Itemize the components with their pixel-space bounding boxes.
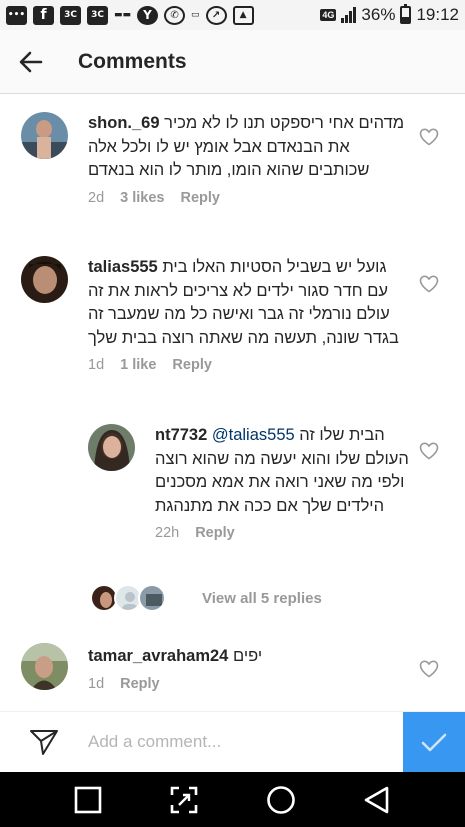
comment-username[interactable]: shon._69 <box>88 114 160 132</box>
avatar[interactable] <box>21 256 68 303</box>
like-heart-icon[interactable] <box>419 128 439 146</box>
comment-item: shon._69 מדהים אחי ריספקט תנו לו לא מכיר… <box>21 112 411 206</box>
direct-share-button[interactable] <box>0 712 88 773</box>
back-nav-button[interactable] <box>357 780 397 820</box>
reply-button[interactable]: Reply <box>172 357 212 373</box>
mention-link[interactable]: @talias555 <box>212 426 295 444</box>
signal-icon <box>341 7 357 23</box>
comment-item: talias555 גועל יש בשביל הסטיות האלו בית … <box>21 256 411 373</box>
home-button[interactable] <box>261 780 301 820</box>
comment-item: tamar_avraham24 יפים 1d Reply <box>21 643 411 692</box>
back-arrow-icon <box>19 51 43 72</box>
battery-percent: 36% <box>361 5 396 24</box>
square-icon <box>74 786 102 813</box>
direct-send-icon <box>30 730 58 755</box>
app-3c-icon: 3C <box>87 5 108 25</box>
triangle-back-icon <box>364 786 389 813</box>
app-3c-icon: 3C <box>60 5 81 25</box>
comment-time: 22h <box>155 525 180 541</box>
avatar[interactable] <box>21 112 68 159</box>
app-text-icon: ▭ <box>191 10 200 20</box>
phone-call-icon: ↗ <box>205 5 227 25</box>
post-comment-button[interactable] <box>403 712 465 773</box>
whatsapp-icon: ✆ <box>164 5 186 25</box>
view-replies-link[interactable]: View all 5 replies <box>202 590 322 607</box>
back-button[interactable] <box>0 30 62 94</box>
comment-username[interactable]: tamar_avraham24 <box>88 647 228 665</box>
news-app-icon: ▬▬ <box>114 10 132 20</box>
likes-count[interactable]: 1 like <box>120 357 156 373</box>
reply-avatars <box>90 584 166 612</box>
comment-username[interactable]: nt7732 <box>155 426 207 444</box>
checkmark-icon <box>421 733 447 751</box>
reply-button[interactable]: Reply <box>180 190 220 206</box>
messages-icon: ••• <box>6 5 27 25</box>
page-title: Comments <box>78 49 187 73</box>
comment-time: 1d <box>88 357 105 373</box>
clock: 19:12 <box>416 5 459 24</box>
recent-apps-button[interactable] <box>68 780 108 820</box>
comment-time: 2d <box>88 189 105 206</box>
avatar[interactable] <box>88 424 135 471</box>
like-heart-icon[interactable] <box>419 275 439 293</box>
gallery-icon: ▲ <box>232 5 254 25</box>
avatar <box>138 584 166 612</box>
comment-time: 1d <box>88 675 105 692</box>
reply-button[interactable]: Reply <box>195 525 235 541</box>
notification-icons: ••• f 3C 3C ▬▬ Y ✆ ▭ ↗ ▲ <box>6 5 320 25</box>
header: Comments <box>0 30 465 94</box>
reply-button[interactable]: Reply <box>120 676 160 692</box>
system-nav-bar <box>0 772 465 827</box>
comment-text: יפים <box>232 647 263 665</box>
likes-count[interactable]: 3 likes <box>120 190 164 206</box>
circle-icon <box>266 785 295 814</box>
like-heart-icon[interactable] <box>419 660 439 678</box>
comment-username[interactable]: talias555 <box>88 258 158 276</box>
battery-icon <box>400 4 412 24</box>
like-heart-icon[interactable] <box>419 442 439 460</box>
yahoo-icon: Y <box>137 5 159 25</box>
facebook-icon: f <box>33 5 54 25</box>
reply-item: nt7732 @talias555 הבית שלו זה העולם שלו … <box>88 424 413 541</box>
view-replies-row[interactable]: View all 5 replies <box>90 584 322 612</box>
comment-composer <box>0 711 465 773</box>
resize-icon <box>171 786 198 813</box>
avatar[interactable] <box>21 643 68 690</box>
network-type: 4G <box>320 9 337 21</box>
status-bar: ••• f 3C 3C ▬▬ Y ✆ ▭ ↗ ▲ 4G 36% 19:12 <box>0 0 465 30</box>
screen-resize-button[interactable] <box>164 780 204 820</box>
comment-input[interactable] <box>88 732 388 752</box>
